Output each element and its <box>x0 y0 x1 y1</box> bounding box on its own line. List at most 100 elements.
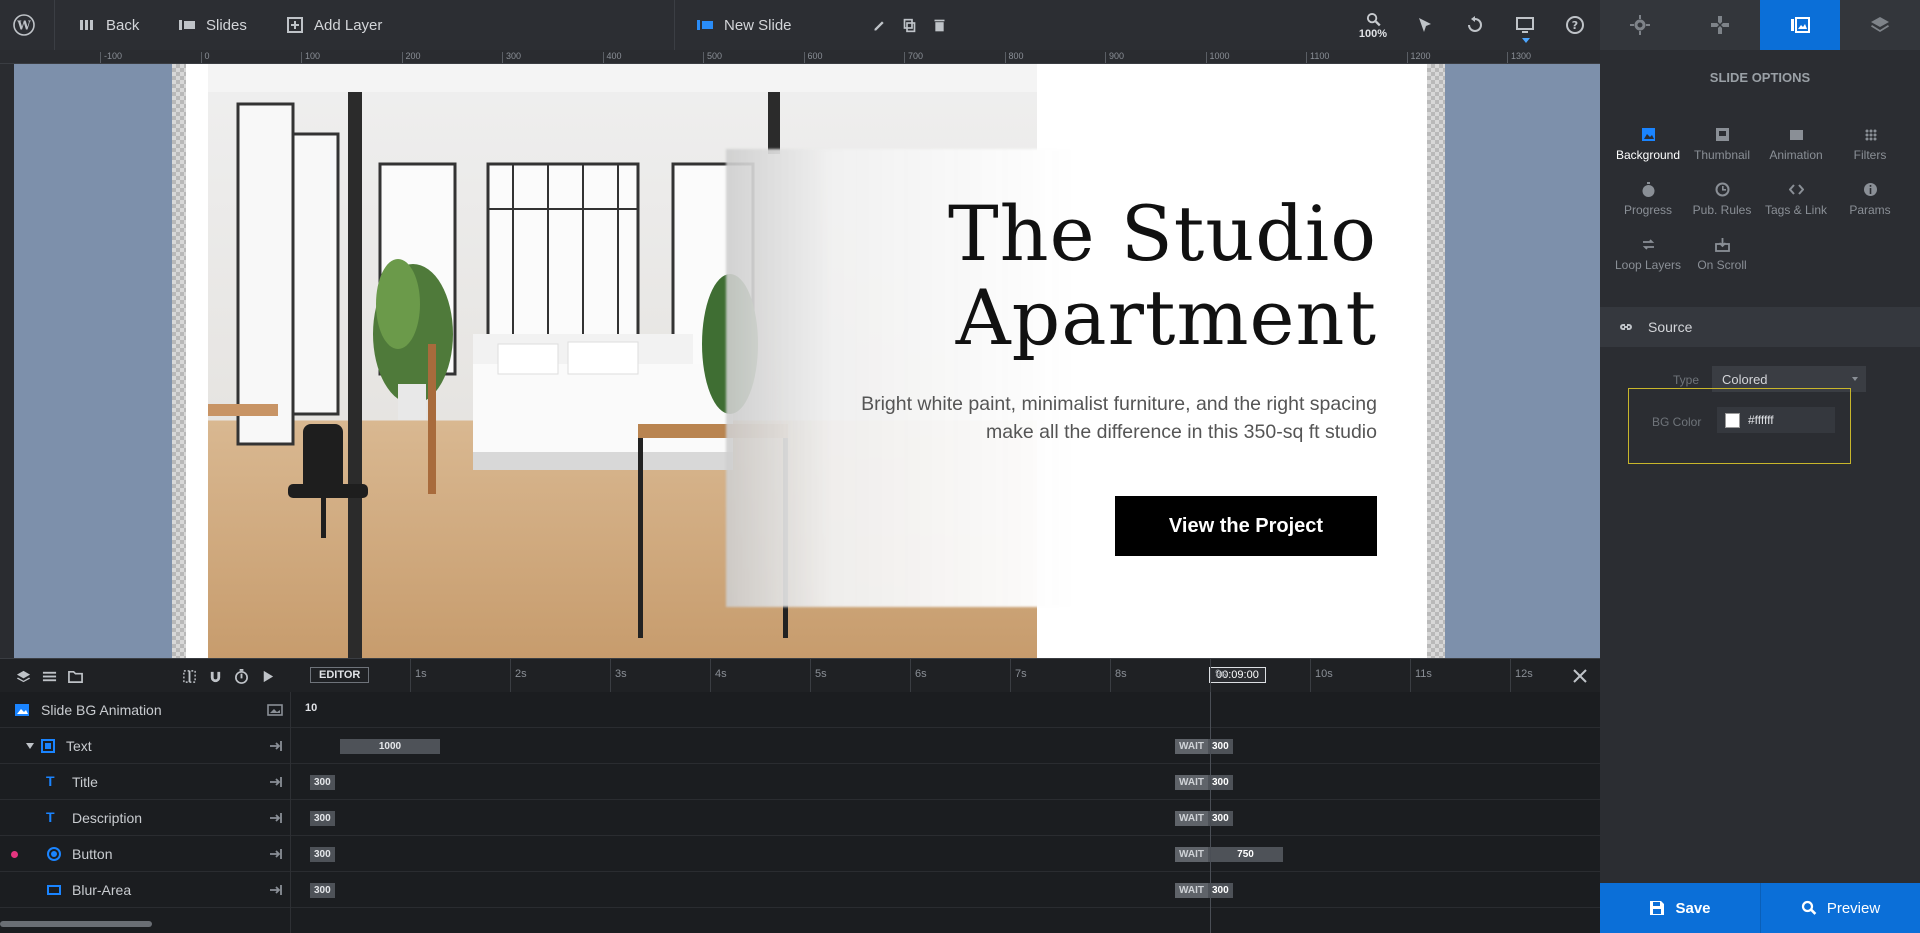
in-anim-bar[interactable]: 1000 <box>340 739 440 754</box>
jump-to-end-icon[interactable] <box>269 811 283 825</box>
option-tags-link[interactable]: Tags & Link <box>1759 182 1833 217</box>
tab-navigation[interactable] <box>1680 0 1760 50</box>
slide-stage[interactable]: The Studio Apartment Bright white paint,… <box>186 64 1427 658</box>
save-button[interactable]: Save <box>1600 883 1760 933</box>
layers-view-button[interactable] <box>10 659 36 693</box>
bg-anim-duration[interactable]: 10 <box>305 702 317 714</box>
ruler-label: 400 <box>606 51 622 61</box>
wait-label: WAIT <box>1175 883 1208 898</box>
second-tick <box>410 659 411 693</box>
tab-slide-options[interactable] <box>1760 0 1840 50</box>
bg-image-icon[interactable] <box>267 702 283 718</box>
option-params[interactable]: Params <box>1833 182 1907 217</box>
slide-title-line-1: The Studio <box>947 189 1377 278</box>
grid-toggle-button[interactable] <box>176 659 202 693</box>
ruler-label: 1100 <box>1310 51 1330 61</box>
animation-icon <box>1789 128 1803 140</box>
second-label: 10s <box>1315 668 1333 680</box>
close-icon <box>1573 669 1587 683</box>
in-anim-bar[interactable]: 300 <box>310 847 335 862</box>
option-pub-rules[interactable]: Pub. Rules <box>1685 182 1759 217</box>
slide-selector[interactable]: New Slide <box>696 0 792 50</box>
wait-label: WAIT <box>1175 775 1208 790</box>
editor-mode-label[interactable]: EDITOR <box>310 667 370 683</box>
jump-to-end-icon[interactable] <box>269 775 283 789</box>
back-label: Back <box>106 16 140 34</box>
panel-tabs <box>1600 0 1920 50</box>
source-section-header[interactable]: Source <box>1600 307 1920 347</box>
in-anim-bar[interactable]: 300 <box>310 775 335 790</box>
option-thumbnail[interactable]: Thumbnail <box>1685 127 1759 162</box>
delete-slide-button[interactable] <box>932 0 947 50</box>
second-label: 11s <box>1415 668 1432 680</box>
gear-icon <box>1630 15 1650 35</box>
bg-color-picker[interactable]: #ffffff <box>1717 407 1835 433</box>
select-tool-button[interactable] <box>1415 15 1435 35</box>
out-anim-wait[interactable]: WAIT 300 <box>1175 775 1233 790</box>
close-timeline-button[interactable] <box>1572 668 1588 684</box>
back-button[interactable]: Back <box>78 0 139 50</box>
option-progress[interactable]: Progress <box>1611 182 1685 217</box>
play-button[interactable] <box>254 659 280 693</box>
ruler-tick <box>200 52 202 63</box>
wait-label: WAIT <box>1175 847 1208 862</box>
folder-button[interactable] <box>62 659 88 693</box>
option-animation[interactable]: Animation <box>1759 127 1833 162</box>
device-desktop-button[interactable] <box>1515 15 1535 35</box>
progress-icon <box>1642 182 1654 197</box>
out-anim-wait[interactable]: WAIT 300 <box>1175 811 1233 826</box>
slides-icon <box>179 20 195 30</box>
add-layer-button[interactable]: Add Layer <box>286 0 382 50</box>
option-filters[interactable]: Filters <box>1833 127 1907 162</box>
out-anim-wait[interactable]: WAIT 300 <box>1175 739 1233 754</box>
jump-to-end-icon[interactable] <box>269 847 283 861</box>
timeline-layers: Slide BG Animation 10 Text 1000 WAIT 300 … <box>0 692 1600 933</box>
option-label: Animation <box>1769 148 1823 162</box>
undo-button[interactable] <box>1465 15 1485 35</box>
slide-canvas[interactable]: The Studio Apartment Bright white paint,… <box>14 64 1600 658</box>
view-project-button[interactable]: View the Project <box>1115 496 1377 556</box>
zoom-control[interactable]: 100% <box>1358 12 1388 40</box>
ruler-tick <box>803 52 805 63</box>
ruler-tick <box>1105 52 1106 63</box>
preview-button[interactable]: Preview <box>1760 883 1920 933</box>
jump-to-end-icon[interactable] <box>269 883 283 897</box>
timeline-row-slide-bg[interactable]: Slide BG Animation 10 <box>0 692 1600 728</box>
out-anim-wait[interactable]: WAIT 750 <box>1175 847 1283 862</box>
timeline-row-description[interactable]: T Description 300 WAIT 300 <box>0 800 1600 836</box>
timeline-row-button[interactable]: Button 300 WAIT 750 <box>0 836 1600 872</box>
option-loop-layers[interactable]: Loop Layers <box>1611 237 1685 272</box>
duplicate-slide-button[interactable] <box>902 0 917 50</box>
jump-to-end-icon[interactable] <box>269 739 283 753</box>
cursor-arrow-icon <box>1419 18 1431 32</box>
ruler-tick <box>502 52 503 63</box>
in-anim-bar[interactable]: 300 <box>310 883 335 898</box>
out-anim-wait[interactable]: WAIT 300 <box>1175 883 1233 898</box>
ruler-tick <box>1306 52 1307 63</box>
device-dropdown-indicator <box>1522 38 1530 43</box>
gamepad-icon <box>1711 16 1729 34</box>
speed-button[interactable] <box>228 659 254 693</box>
timeline-scrollbar[interactable] <box>0 921 152 927</box>
timeline-row-text-group[interactable]: Text 1000 WAIT 300 <box>0 728 1600 764</box>
edit-slide-button[interactable] <box>872 0 887 50</box>
layer-name: Description <box>72 810 143 826</box>
help-button[interactable]: ? <box>1565 15 1585 35</box>
tab-general-settings[interactable] <box>1600 0 1680 50</box>
in-anim-bar[interactable]: 300 <box>310 811 335 826</box>
slides-button[interactable]: Slides <box>178 0 247 50</box>
option-background[interactable]: Background <box>1611 127 1685 162</box>
loop-layers-icon <box>1642 239 1654 250</box>
tab-layers[interactable] <box>1840 0 1920 50</box>
vertical-ruler <box>0 64 14 658</box>
slide-description[interactable]: Bright white paint, minimalist furniture… <box>777 390 1377 446</box>
collapse-caret-icon[interactable] <box>26 743 34 749</box>
option-on-scroll[interactable]: On Scroll <box>1685 237 1759 272</box>
list-view-button[interactable] <box>36 659 62 693</box>
timeline-row-title[interactable]: T Title 300 WAIT 300 <box>0 764 1600 800</box>
slide-title[interactable]: The Studio Apartment <box>857 192 1377 360</box>
ruler-label: 500 <box>707 51 723 61</box>
wordpress-logo-icon[interactable]: W <box>12 0 36 50</box>
snap-toggle-button[interactable] <box>202 659 228 693</box>
timeline-row-blur-area[interactable]: Blur-Area 300 WAIT 300 <box>0 872 1600 908</box>
